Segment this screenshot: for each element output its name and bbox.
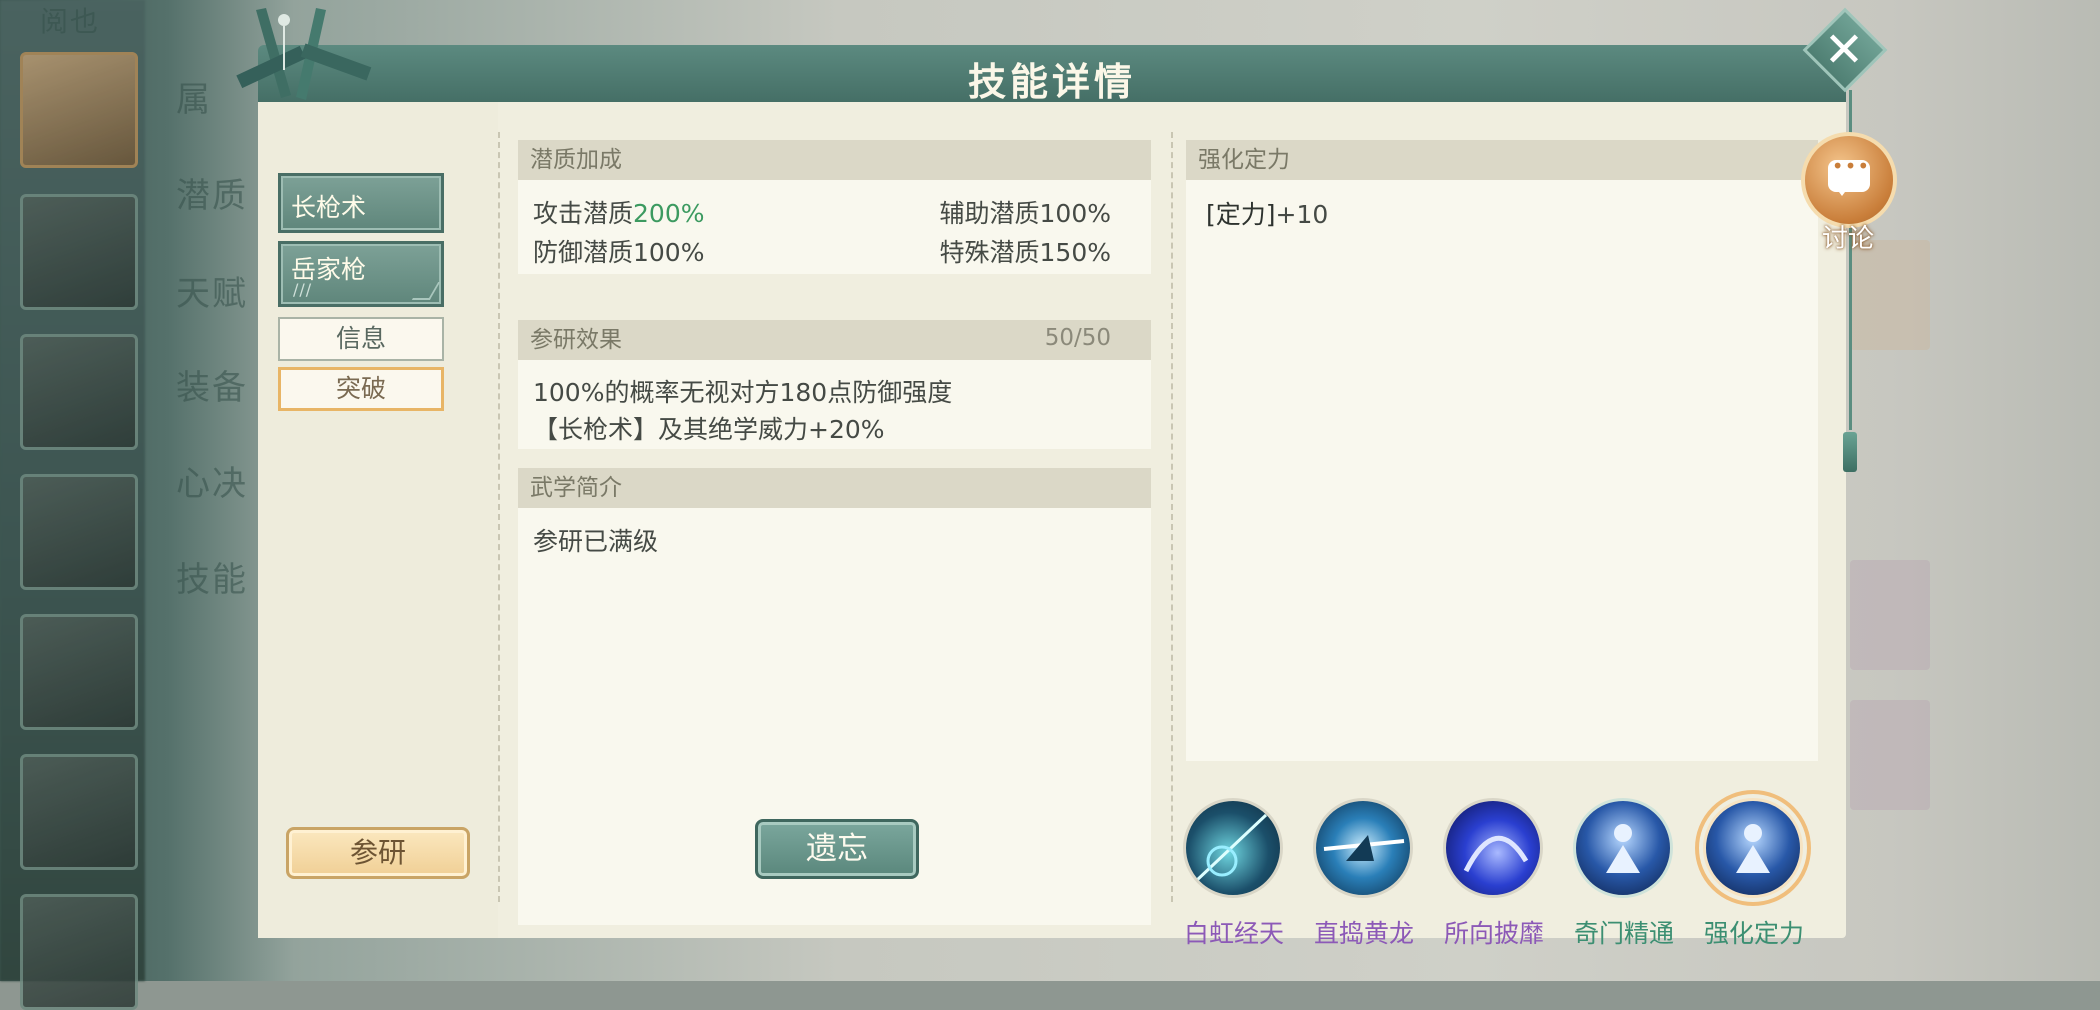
martial-intro-header: 武学简介 bbox=[518, 468, 1151, 508]
bg-side-label: 技能 bbox=[176, 560, 248, 600]
meditate-icon bbox=[1703, 798, 1803, 898]
dialog-body: 长枪术 岳家枪 /// 信息 突破 参研 潜质加成 攻击潜质200% 辅助潜质1… bbox=[258, 102, 1846, 948]
bg-portrait bbox=[20, 334, 138, 450]
attack-potential: 攻击潜质200% bbox=[533, 194, 705, 230]
potential-section: 潜质加成 攻击潜质200% 辅助潜质100% 防御潜质100% 特殊潜质150% bbox=[518, 140, 1151, 274]
skill-icon-baihongjingtian[interactable]: 白虹经天 bbox=[1179, 794, 1289, 948]
tab-info[interactable]: 信息 bbox=[278, 317, 444, 361]
bg-side-label: 心决 bbox=[176, 464, 248, 504]
research-effect-section: 参研效果 50/50 100%的概率无视对方180点防御强度 【长枪术】及其绝学… bbox=[518, 320, 1151, 449]
bg-portrait bbox=[20, 894, 138, 1010]
enhance-section: 强化定力 [定力]+10 bbox=[1186, 140, 1818, 761]
bg-side-label: 装备 bbox=[176, 368, 248, 408]
potential-header: 潜质加成 bbox=[518, 140, 1151, 180]
bg-portrait bbox=[20, 52, 138, 168]
discussion-button[interactable]: ••• bbox=[1801, 132, 1897, 228]
research-button[interactable]: 参研 bbox=[286, 827, 470, 879]
skill-icon-zhidaohuanglong[interactable]: 直捣黄龙 bbox=[1309, 794, 1419, 948]
skill-tab-marks: /// bbox=[293, 280, 313, 299]
skill-tab-yuejiaqiang[interactable]: 岳家枪 /// bbox=[278, 241, 444, 307]
research-effect-line2: 【长枪术】及其绝学威力+20% bbox=[533, 415, 885, 444]
defense-potential: 防御潜质100% bbox=[533, 238, 705, 267]
bg-portrait bbox=[20, 754, 138, 870]
skill-icon-label: 奇门精通 bbox=[1573, 919, 1674, 948]
close-icon[interactable]: ✕ bbox=[1818, 24, 1870, 76]
martial-intro-text: 参研已满级 bbox=[533, 527, 659, 556]
skill-tab-label: 长枪术 bbox=[291, 193, 367, 222]
sweep-icon bbox=[1443, 798, 1543, 898]
bg-top-label: 阅也 bbox=[40, 5, 101, 38]
research-effect-line1: 100%的概率无视对方180点防御强度 bbox=[533, 378, 953, 407]
bg-side-label: 潜质 bbox=[176, 176, 248, 216]
divider bbox=[1171, 132, 1173, 902]
bg-tile bbox=[1850, 700, 1930, 810]
bg-portrait bbox=[20, 474, 138, 590]
skill-icon-label: 所向披靡 bbox=[1443, 919, 1544, 948]
corner-ornament-icon bbox=[411, 282, 441, 300]
spear-thrust-icon bbox=[1183, 798, 1283, 898]
skill-icon-qimenjingtong[interactable]: 奇门精通 bbox=[1569, 794, 1679, 948]
attack-potential-label: 攻击潜质 bbox=[533, 199, 634, 228]
skill-icon-label: 强化定力 bbox=[1703, 919, 1804, 948]
skill-icon-suoxiangpimi[interactable]: 所向披靡 bbox=[1439, 794, 1549, 948]
bg-portrait bbox=[20, 614, 138, 730]
chat-dots: ••• bbox=[1831, 154, 1871, 178]
bg-portrait bbox=[20, 194, 138, 310]
divider bbox=[498, 132, 500, 902]
bg-tile bbox=[1850, 240, 1930, 350]
dialog-title: 技能详情 bbox=[967, 60, 1136, 104]
dialog-header: 技能详情 bbox=[258, 45, 1846, 104]
skill-icon-label: 白虹经天 bbox=[1183, 919, 1284, 948]
forget-button[interactable]: 遗忘 bbox=[755, 819, 919, 879]
tassel-ornament bbox=[1843, 432, 1857, 472]
enhance-header: 强化定力 bbox=[1186, 140, 1818, 180]
assist-potential: 辅助潜质100% bbox=[939, 199, 1111, 228]
enhance-value: +10 bbox=[1275, 200, 1329, 229]
tab-breakthrough[interactable]: 突破 bbox=[278, 367, 444, 411]
bg-side-label: 天赋 bbox=[176, 274, 248, 314]
charge-icon bbox=[1313, 798, 1413, 898]
research-progress: 50/50 bbox=[1044, 325, 1111, 351]
special-potential: 特殊潜质150% bbox=[939, 238, 1111, 267]
meditate-icon bbox=[1573, 798, 1673, 898]
left-column: 长枪术 岳家枪 /// 信息 突破 参研 bbox=[258, 102, 498, 938]
bg-tile bbox=[1850, 560, 1930, 670]
skill-detail-dialog: 技能详情 长枪术 岳家枪 /// 信息 突破 参研 潜质加成 攻击潜质200% … bbox=[236, 8, 1846, 948]
attack-potential-value: 200% bbox=[633, 199, 705, 228]
skill-icon-label: 直捣黄龙 bbox=[1313, 919, 1414, 948]
skill-icon-qianghuadingli[interactable]: 强化定力 bbox=[1695, 790, 1811, 948]
enhance-tag: [定力] bbox=[1206, 200, 1276, 229]
skill-tab-changqiangshu[interactable]: 长枪术 bbox=[278, 173, 444, 233]
discussion-label[interactable]: 讨论 bbox=[1822, 218, 1874, 255]
enhance-effect: [定力]+10 bbox=[1206, 195, 1328, 231]
